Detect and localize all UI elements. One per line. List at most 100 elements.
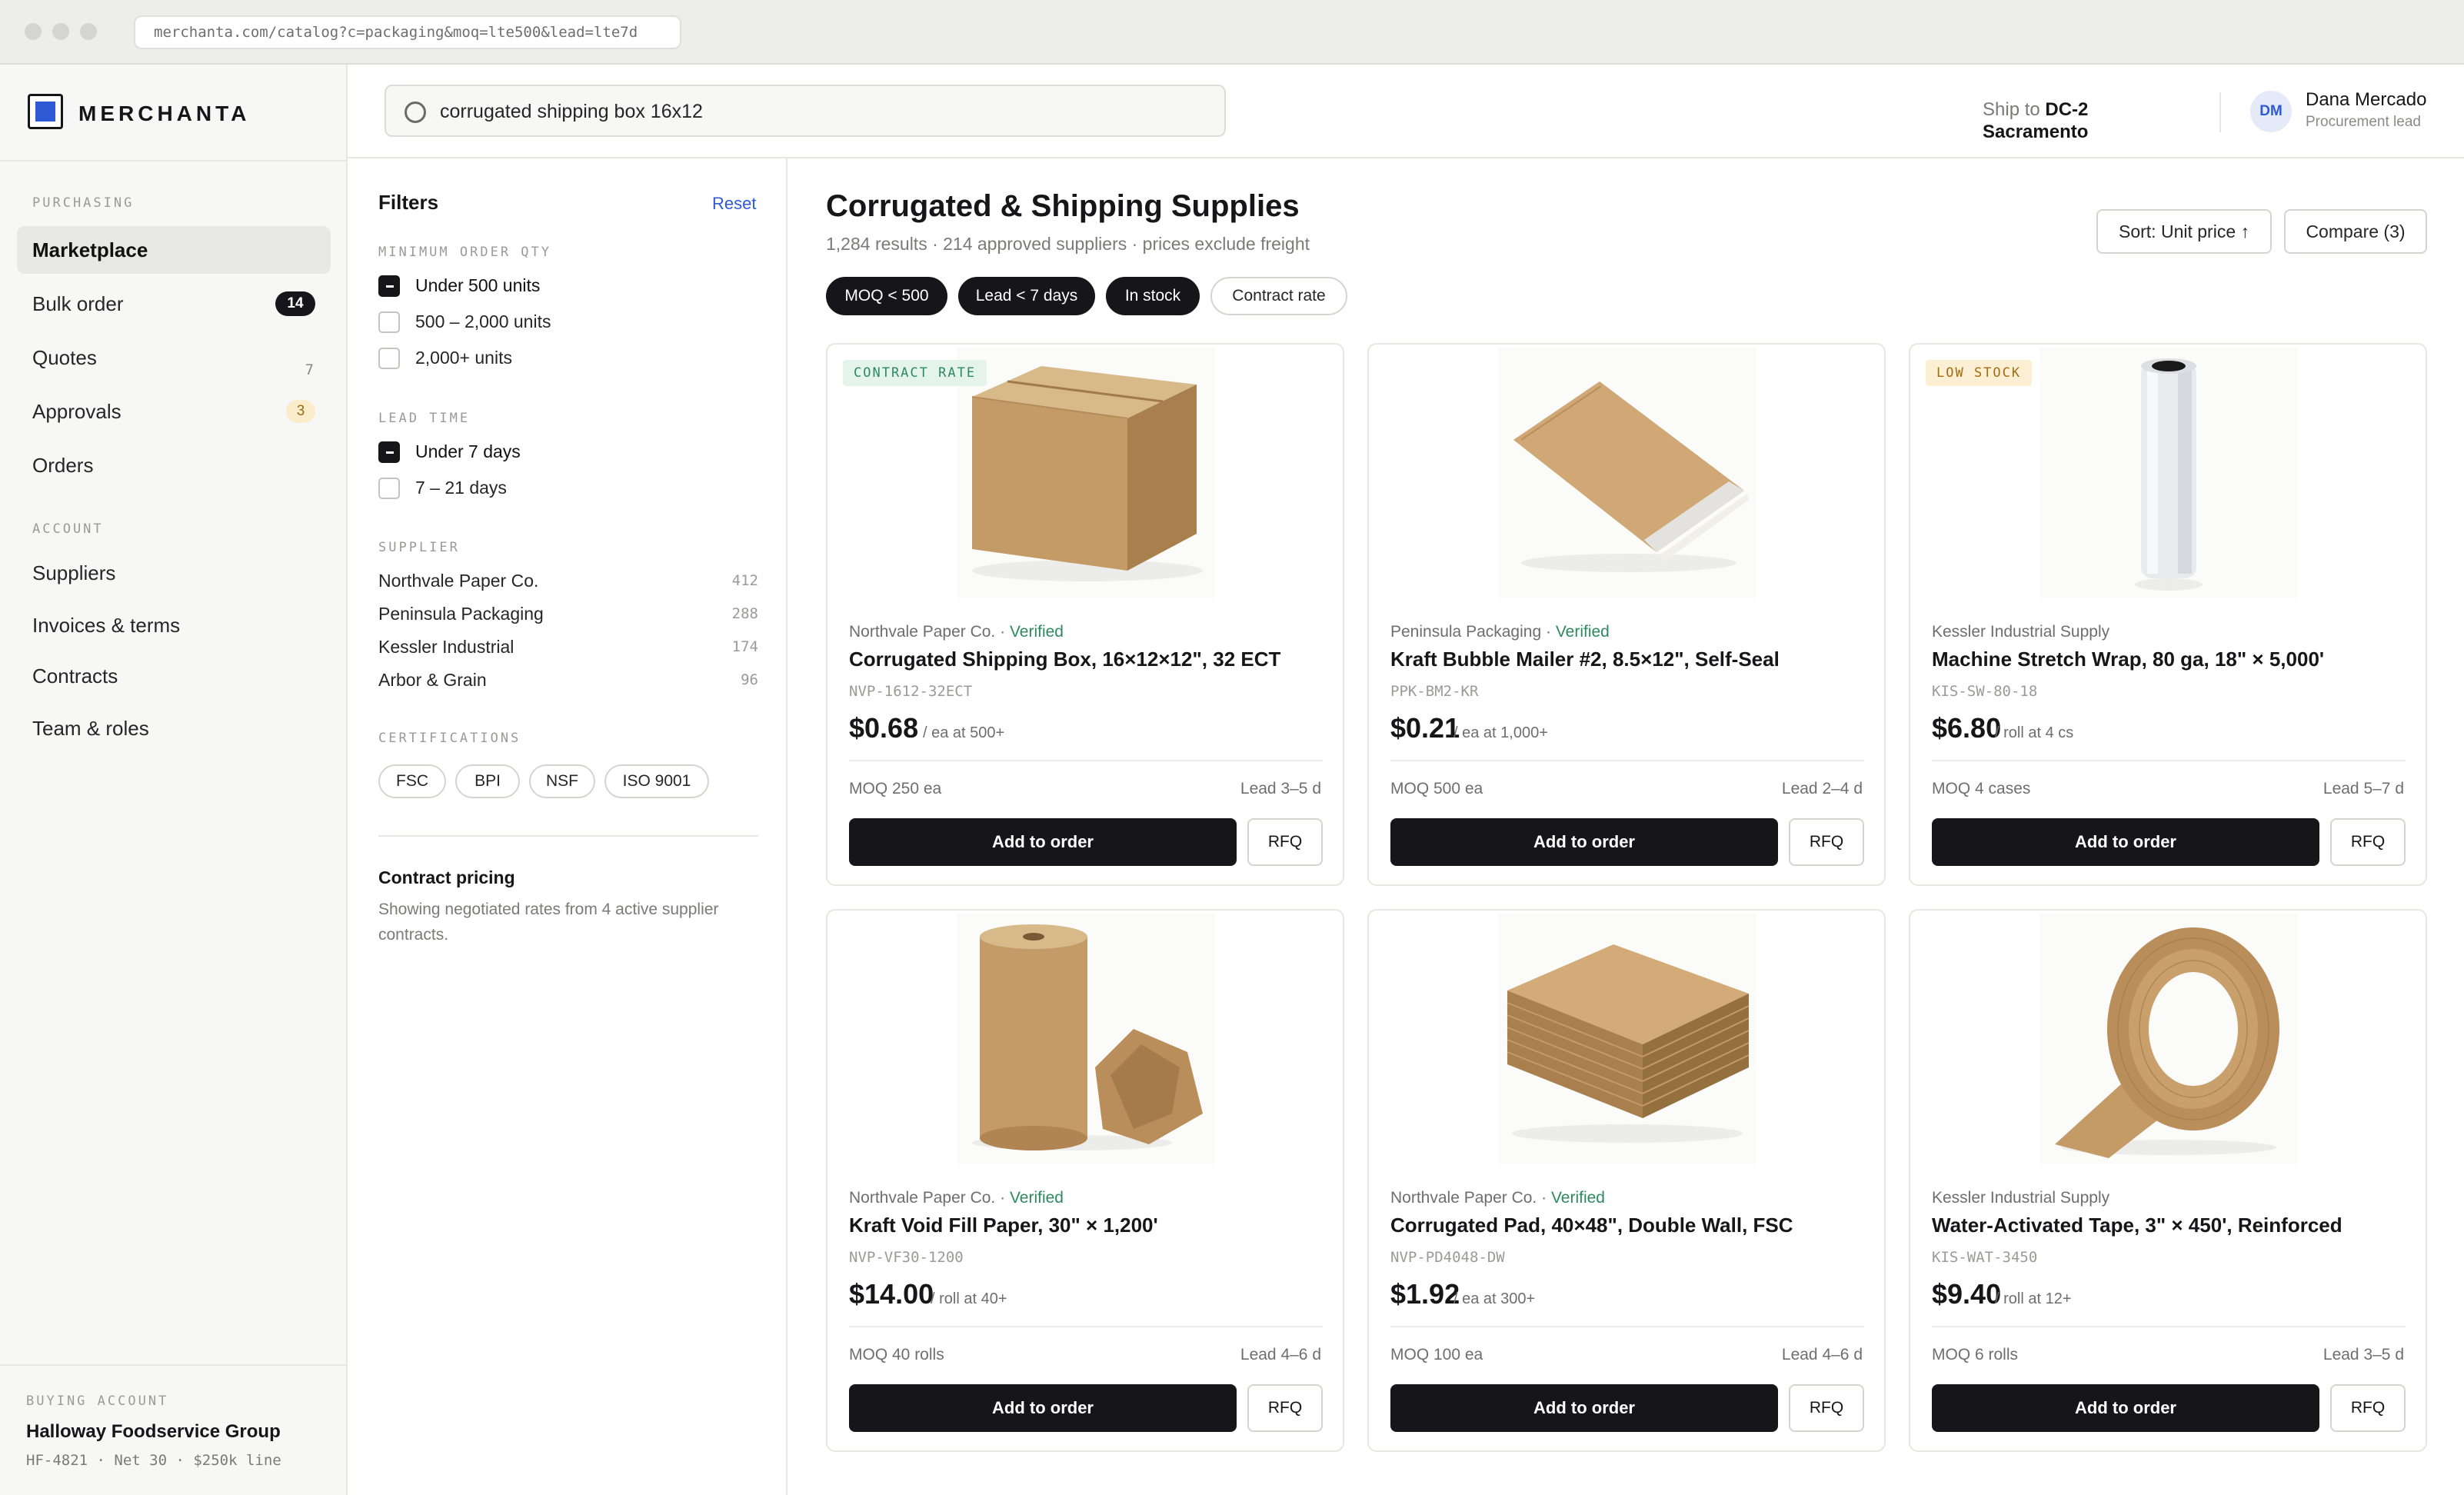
supplier-count: 174 [731,638,758,655]
sidebar-item-bulk-order[interactable]: Bulk order 14 [17,280,331,328]
checkbox[interactable] [378,348,400,369]
filter-supplier-arbor[interactable]: Arbor & Grain 96 [378,670,758,693]
cert-chip-iso-9001[interactable]: ISO 9001 [604,764,709,798]
filters-reset-link[interactable]: Reset [712,194,756,214]
product-card[interactable]: Peninsula Packaging · Verified Kraft Bub… [1367,343,1886,886]
checkbox[interactable] [378,311,400,333]
sidebar-item-marketplace[interactable]: Marketplace [17,226,331,274]
chip-moq-under-500[interactable]: MOQ < 500 [826,277,947,315]
product-name[interactable]: Kraft Void Fill Paper, 30" × 1,200' [849,1214,1158,1237]
vendor-name: Northvale Paper Co. [849,1189,996,1207]
rfq-button[interactable]: RFQ [1247,1384,1323,1432]
divider [1390,1326,1864,1327]
product-vendor: Kessler Industrial Supply [1932,623,2109,641]
product-moq: MOQ 100 ea [1390,1346,1483,1363]
add-to-order-button[interactable]: Add to order [849,818,1237,866]
cert-chip-fsc[interactable]: FSC [378,764,446,798]
supplier-name: Northvale Paper Co. [378,571,539,591]
product-card[interactable]: CONTRACT RATE Northvale Paper Co. · Veri… [826,343,1344,886]
ship-to-code: DC-2 [2045,99,2089,120]
chip-in-stock[interactable]: In stock [1106,277,1200,315]
rfq-button[interactable]: RFQ [2330,818,2406,866]
ship-to-selector[interactable]: Ship to DC-2 Sacramento [1983,98,2088,143]
product-lead-time: Lead 4–6 d [1240,1346,1321,1363]
vendor-name: Northvale Paper Co. [849,623,996,641]
window-maximize-dot[interactable] [80,23,97,40]
product-moq: MOQ 250 ea [849,780,942,797]
merchanta-logo-icon[interactable] [28,94,63,129]
cert-chip-nsf[interactable]: NSF [529,764,595,798]
rfq-button[interactable]: RFQ [1247,818,1323,866]
sort-button[interactable]: Sort: Unit price ↑ [2096,209,2272,254]
supplier-count: 96 [741,671,758,688]
verified-label: Verified [1009,623,1064,641]
product-price: $14.00 [849,1278,934,1310]
divider [1932,1326,2406,1327]
sidebar-item-quotes[interactable]: Quotes 7 [17,334,331,381]
filter-supplier-kessler[interactable]: Kessler Industrial 174 [378,637,758,660]
add-to-order-button[interactable]: Add to order [1390,1384,1778,1432]
sidebar-item-approvals[interactable]: Approvals 3 [17,388,331,435]
window-close-dot[interactable] [25,23,42,40]
address-bar[interactable]: merchanta.com/catalog?c=packaging&moq=lt… [134,15,681,49]
vendor-name: Kessler Industrial Supply [1932,623,2110,641]
product-price: $6.80 [1932,712,2002,744]
buying-account-label: BUYING ACCOUNT [26,1393,169,1409]
chip-lead-under-7[interactable]: Lead < 7 days [958,277,1095,315]
product-card[interactable]: LOW STOCK Kessler Industrial Supply Mach… [1909,343,2427,886]
divider [849,1326,1323,1327]
product-name[interactable]: Machine Stretch Wrap, 80 ga, 18" × 5,000… [1932,648,2324,671]
catalog-main: Corrugated & Shipping Supplies 1,284 res… [787,158,2464,1495]
add-to-order-button[interactable]: Add to order [1932,1384,2319,1432]
product-sku: KIS-SW-80-18 [1932,683,2038,700]
supplier-name: Arbor & Grain [378,670,487,690]
product-card[interactable]: Kessler Industrial Supply Water-Activate… [1909,909,2427,1452]
product-name[interactable]: Corrugated Shipping Box, 16×12×12", 32 E… [849,648,1280,671]
divider [1932,760,2406,761]
checkbox-checked[interactable] [378,441,400,463]
product-card[interactable]: Northvale Paper Co. · Verified Corrugate… [1367,909,1886,1452]
stretch-wrap-image [2039,348,2298,598]
filter-option-label: 7 – 21 days [415,478,507,498]
rfq-button[interactable]: RFQ [1789,818,1864,866]
rfq-button[interactable]: RFQ [2330,1384,2406,1432]
add-to-order-button[interactable]: Add to order [1932,818,2319,866]
sidebar-item-label: Quotes [32,346,97,369]
checkbox-checked[interactable] [378,275,400,297]
product-name[interactable]: Water-Activated Tape, 3" × 450', Reinfor… [1932,1214,2342,1237]
chip-contract-rate[interactable]: Contract rate [1210,277,1347,315]
filter-supplier-northvale[interactable]: Northvale Paper Co. 412 [378,571,758,594]
product-price-unit: / ea at 300+ [1453,1290,1536,1307]
product-price-unit: / ea at 1,000+ [1453,724,1548,741]
search-input[interactable] [440,97,1209,126]
cert-chip-bpi[interactable]: BPI [455,764,520,798]
buying-account-panel[interactable]: BUYING ACCOUNT Halloway Foodservice Grou… [0,1364,346,1495]
add-to-order-button[interactable]: Add to order [849,1384,1237,1432]
product-name[interactable]: Corrugated Pad, 40×48", Double Wall, FSC [1390,1214,1793,1237]
sidebar-item-orders[interactable]: Orders [17,441,331,489]
filter-supplier-peninsula[interactable]: Peninsula Packaging 288 [378,604,758,627]
avatar[interactable]: DM [2250,91,2292,132]
sidebar-item-contracts[interactable]: Contracts [17,652,331,700]
sidebar-item-label: Bulk order [32,292,124,315]
filter-label-supplier: SUPPLIER [378,540,460,555]
rfq-button[interactable]: RFQ [1789,1384,1864,1432]
divider [1390,760,1864,761]
window-minimize-dot[interactable] [52,23,69,40]
brand-name: MERCHANTA [78,102,251,125]
search-box[interactable] [385,85,1226,137]
add-to-order-button[interactable]: Add to order [1390,818,1778,866]
divider [849,760,1323,761]
user-name[interactable]: Dana Mercado [2306,89,2426,111]
sidebar-item-team[interactable]: Team & roles [17,704,331,752]
checkbox[interactable] [378,478,400,499]
sidebar-item-invoices[interactable]: Invoices & terms [17,601,331,649]
ship-to-city: Sacramento [1983,122,2089,142]
vendor-name: Peninsula Packaging [1390,623,1542,641]
sidebar-item-suppliers[interactable]: Suppliers [17,549,331,597]
compare-button[interactable]: Compare (3) [2284,209,2427,254]
product-card[interactable]: Northvale Paper Co. · Verified Kraft Voi… [826,909,1344,1452]
supplier-count: 288 [731,605,758,622]
product-name[interactable]: Kraft Bubble Mailer #2, 8.5×12", Self-Se… [1390,648,1780,671]
filter-option-label: Under 500 units [415,275,541,295]
